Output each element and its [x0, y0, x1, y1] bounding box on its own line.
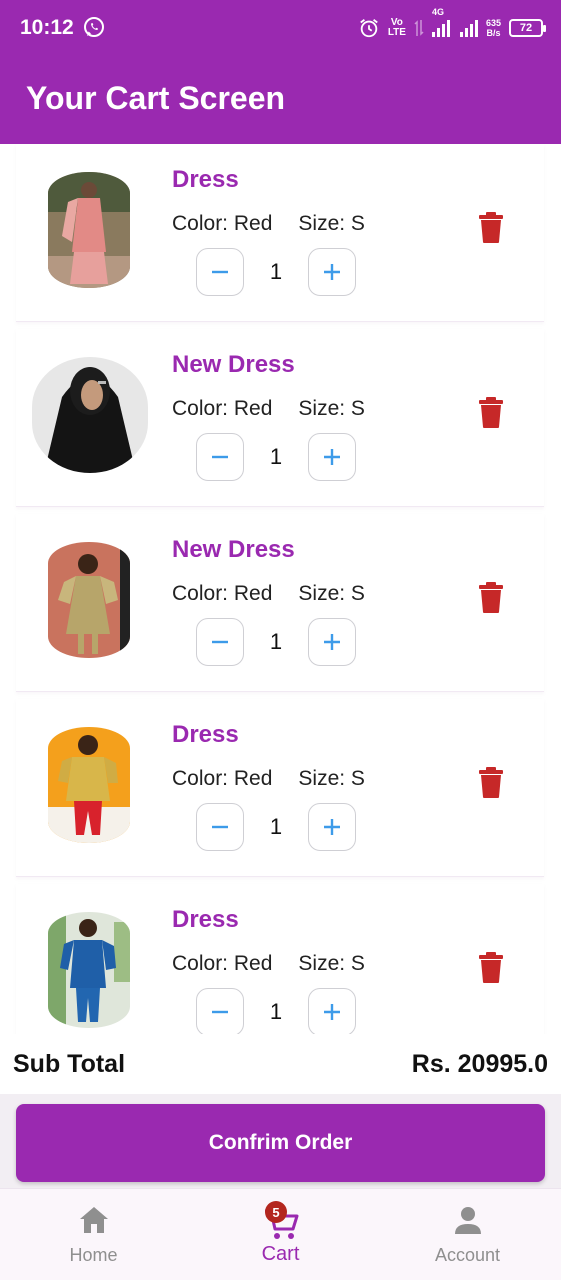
quantity-stepper: 1 [196, 988, 356, 1034]
minus-icon [212, 455, 228, 459]
quantity-value: 1 [269, 629, 283, 654]
quantity-stepper: 1 [196, 618, 356, 666]
plus-icon [324, 1004, 340, 1020]
product-size: Size: S [298, 767, 365, 790]
decrease-quantity-button[interactable] [196, 803, 244, 851]
nav-label-home: Home [69, 1245, 118, 1265]
increase-quantity-button[interactable] [308, 988, 356, 1034]
page-title: Your Cart Screen [26, 80, 286, 116]
cart-item: New Dress Color: Red Size: S 1 [16, 514, 544, 692]
top-bar: 10:12 Vo LTE 4G 635 B/s 72 Your Cart Scr… [0, 0, 561, 144]
quantity-stepper: 1 [196, 248, 356, 296]
plus-icon [324, 819, 340, 835]
delete-icon[interactable] [478, 397, 504, 429]
product-name: Dress [172, 166, 239, 193]
volte-bottom-label: LTE [387, 27, 406, 38]
increase-quantity-button[interactable] [308, 433, 356, 481]
increase-quantity-button[interactable] [308, 248, 356, 296]
whatsapp-icon [84, 17, 104, 37]
battery-level: 72 [519, 22, 533, 34]
delete-icon[interactable] [478, 582, 504, 614]
person-icon [454, 1207, 481, 1234]
delete-icon[interactable] [478, 952, 504, 984]
network-type: 4G [431, 7, 444, 17]
speed-unit: B/s [486, 28, 501, 38]
quantity-stepper: 1 [196, 803, 356, 851]
product-attributes: Color: Red Size: S [172, 767, 365, 791]
quantity-value: 1 [269, 259, 283, 284]
product-size: Size: S [298, 397, 365, 420]
product-attributes: Color: Red Size: S [172, 397, 365, 421]
signal-group: 4G [431, 7, 478, 37]
nav-label-cart: Cart [261, 1243, 300, 1265]
plus-icon [324, 634, 340, 650]
cart-item: Dress Color: Red Size: S 1 [16, 884, 544, 1034]
nav-item-account[interactable]: Account [374, 1189, 561, 1280]
signal-icon [431, 19, 478, 37]
minus-icon [212, 825, 228, 829]
plus-icon [324, 264, 340, 280]
product-size: Size: S [298, 212, 365, 235]
increase-quantity-button[interactable] [308, 803, 356, 851]
product-name: New Dress [172, 536, 295, 563]
product-name: Dress [172, 906, 239, 933]
product-attributes: Color: Red Size: S [172, 952, 365, 976]
decrease-quantity-button[interactable] [196, 988, 244, 1034]
confirm-area: Confrim Order [0, 1094, 561, 1188]
quantity-value: 1 [269, 444, 283, 469]
nav-label-account: Account [434, 1245, 501, 1265]
network-speed: 635 B/s [486, 18, 501, 38]
product-size: Size: S [298, 582, 365, 605]
product-image [48, 912, 130, 1028]
cart-badge: 5 [265, 1201, 287, 1223]
subtotal-row: Sub Total Rs. 20995.0 [0, 1034, 561, 1094]
product-color: Color: Red [172, 952, 273, 975]
quantity-stepper: 1 [196, 433, 356, 481]
status-icons: Vo LTE 4G 635 B/s 72 [358, 7, 546, 42]
product-name: Dress [172, 721, 239, 748]
delete-icon[interactable] [478, 212, 504, 244]
product-color: Color: Red [172, 397, 273, 420]
product-color: Color: Red [172, 767, 273, 790]
product-size: Size: S [298, 952, 365, 975]
data-arrows-icon [414, 20, 424, 36]
home-icon [79, 1207, 108, 1233]
nav-item-home[interactable]: Home [0, 1189, 187, 1280]
subtotal-label: Sub Total [13, 1050, 126, 1078]
nav-item-cart[interactable]: 5 Cart [187, 1189, 374, 1280]
bottom-navigation: Home 5 Cart Account [0, 1188, 561, 1280]
decrease-quantity-button[interactable] [196, 618, 244, 666]
decrease-quantity-button[interactable] [196, 248, 244, 296]
battery-icon: 72 [509, 19, 546, 37]
cart-item: Dress Color: Red Size: S 1 [16, 144, 544, 322]
increase-quantity-button[interactable] [308, 618, 356, 666]
minus-icon [212, 640, 228, 644]
cart-item: Dress Color: Red Size: S 1 [16, 699, 544, 877]
status-bar: 10:12 Vo LTE 4G 635 B/s 72 [0, 0, 561, 56]
delete-icon[interactable] [478, 767, 504, 799]
minus-icon [212, 270, 228, 274]
product-color: Color: Red [172, 212, 273, 235]
product-image [32, 357, 148, 473]
alarm-icon [360, 19, 378, 38]
cart-item: New Dress Color: Red Size: S 1 [16, 329, 544, 507]
confirm-order-button[interactable]: Confrim Order [16, 1104, 545, 1182]
product-image [48, 172, 130, 288]
subtotal-amount: Rs. 20995.0 [411, 1050, 548, 1078]
product-attributes: Color: Red Size: S [172, 212, 365, 236]
product-color: Color: Red [172, 582, 273, 605]
status-time: 10:12 [20, 16, 74, 39]
quantity-value: 1 [269, 999, 283, 1024]
decrease-quantity-button[interactable] [196, 433, 244, 481]
product-image [48, 542, 130, 658]
product-name: New Dress [172, 351, 295, 378]
product-image [48, 727, 130, 843]
speed-value: 635 [485, 18, 501, 28]
cart-list[interactable]: Dress Color: Red Size: S 1 New Dress Col… [0, 144, 561, 1034]
volte-indicator: Vo LTE [388, 18, 406, 38]
product-attributes: Color: Red Size: S [172, 582, 365, 606]
plus-icon [324, 449, 340, 465]
quantity-value: 1 [269, 814, 283, 839]
minus-icon [212, 1010, 228, 1014]
